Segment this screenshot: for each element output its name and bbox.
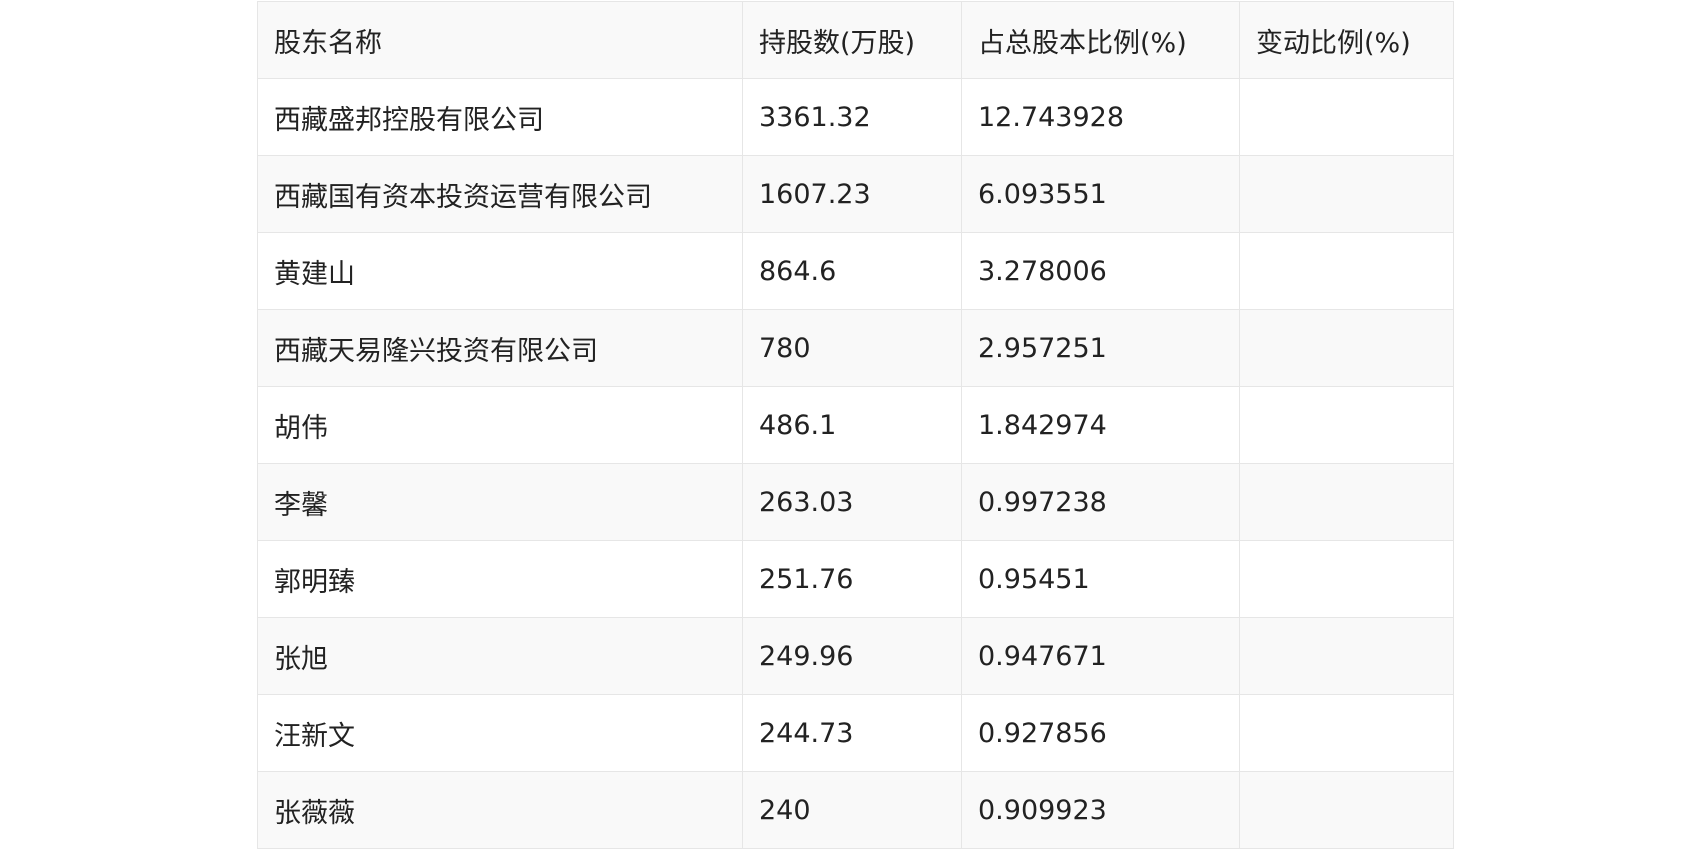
cell-change-ratio <box>1239 694 1454 772</box>
table-row: 黄建山 864.6 3.278006 <box>257 232 1454 310</box>
cell-shares-held: 240 <box>742 771 962 849</box>
cell-shareholder-name: 汪新文 <box>257 694 743 772</box>
cell-shares-held: 244.73 <box>742 694 962 772</box>
cell-change-ratio <box>1239 386 1454 464</box>
cell-change-ratio <box>1239 540 1454 618</box>
header-shares-held: 持股数(万股) <box>742 1 962 79</box>
cell-shares-held: 249.96 <box>742 617 962 695</box>
cell-change-ratio <box>1239 617 1454 695</box>
cell-shareholder-name: 李馨 <box>257 463 743 541</box>
cell-share-ratio: 0.909923 <box>961 771 1240 849</box>
cell-change-ratio <box>1239 78 1454 156</box>
cell-shares-held: 486.1 <box>742 386 962 464</box>
table-row: 张薇薇 240 0.909923 <box>257 771 1454 849</box>
header-share-ratio: 占总股本比例(%) <box>961 1 1240 79</box>
cell-shareholder-name: 西藏天易隆兴投资有限公司 <box>257 309 743 387</box>
table-row: 胡伟 486.1 1.842974 <box>257 386 1454 464</box>
table-row: 郭明臻 251.76 0.95451 <box>257 540 1454 618</box>
cell-share-ratio: 1.842974 <box>961 386 1240 464</box>
shareholder-table: 股东名称 持股数(万股) 占总股本比例(%) 变动比例(%) 西藏盛邦控股有限公… <box>257 1 1454 849</box>
table-row: 汪新文 244.73 0.927856 <box>257 694 1454 772</box>
table-row: 李馨 263.03 0.997238 <box>257 463 1454 541</box>
table-row: 张旭 249.96 0.947671 <box>257 617 1454 695</box>
cell-share-ratio: 6.093551 <box>961 155 1240 233</box>
cell-share-ratio: 0.947671 <box>961 617 1240 695</box>
cell-share-ratio: 0.95451 <box>961 540 1240 618</box>
cell-shares-held: 1607.23 <box>742 155 962 233</box>
cell-shares-held: 780 <box>742 309 962 387</box>
cell-shareholder-name: 西藏盛邦控股有限公司 <box>257 78 743 156</box>
cell-share-ratio: 12.743928 <box>961 78 1240 156</box>
header-shareholder-name: 股东名称 <box>257 1 743 79</box>
shareholder-table-container: 股东名称 持股数(万股) 占总股本比例(%) 变动比例(%) 西藏盛邦控股有限公… <box>257 1 1454 849</box>
cell-shareholder-name: 张薇薇 <box>257 771 743 849</box>
cell-shareholder-name: 黄建山 <box>257 232 743 310</box>
table-row: 西藏盛邦控股有限公司 3361.32 12.743928 <box>257 78 1454 156</box>
cell-shareholder-name: 郭明臻 <box>257 540 743 618</box>
cell-shareholder-name: 西藏国有资本投资运营有限公司 <box>257 155 743 233</box>
cell-shares-held: 263.03 <box>742 463 962 541</box>
cell-change-ratio <box>1239 232 1454 310</box>
cell-share-ratio: 0.997238 <box>961 463 1240 541</box>
cell-share-ratio: 3.278006 <box>961 232 1240 310</box>
cell-share-ratio: 2.957251 <box>961 309 1240 387</box>
cell-shareholder-name: 胡伟 <box>257 386 743 464</box>
cell-share-ratio: 0.927856 <box>961 694 1240 772</box>
cell-change-ratio <box>1239 309 1454 387</box>
cell-shares-held: 3361.32 <box>742 78 962 156</box>
cell-change-ratio <box>1239 463 1454 541</box>
table-row: 西藏国有资本投资运营有限公司 1607.23 6.093551 <box>257 155 1454 233</box>
cell-shareholder-name: 张旭 <box>257 617 743 695</box>
table-header-row: 股东名称 持股数(万股) 占总股本比例(%) 变动比例(%) <box>257 1 1454 79</box>
cell-change-ratio <box>1239 771 1454 849</box>
cell-shares-held: 251.76 <box>742 540 962 618</box>
cell-change-ratio <box>1239 155 1454 233</box>
table-row: 西藏天易隆兴投资有限公司 780 2.957251 <box>257 309 1454 387</box>
cell-shares-held: 864.6 <box>742 232 962 310</box>
header-change-ratio: 变动比例(%) <box>1239 1 1454 79</box>
